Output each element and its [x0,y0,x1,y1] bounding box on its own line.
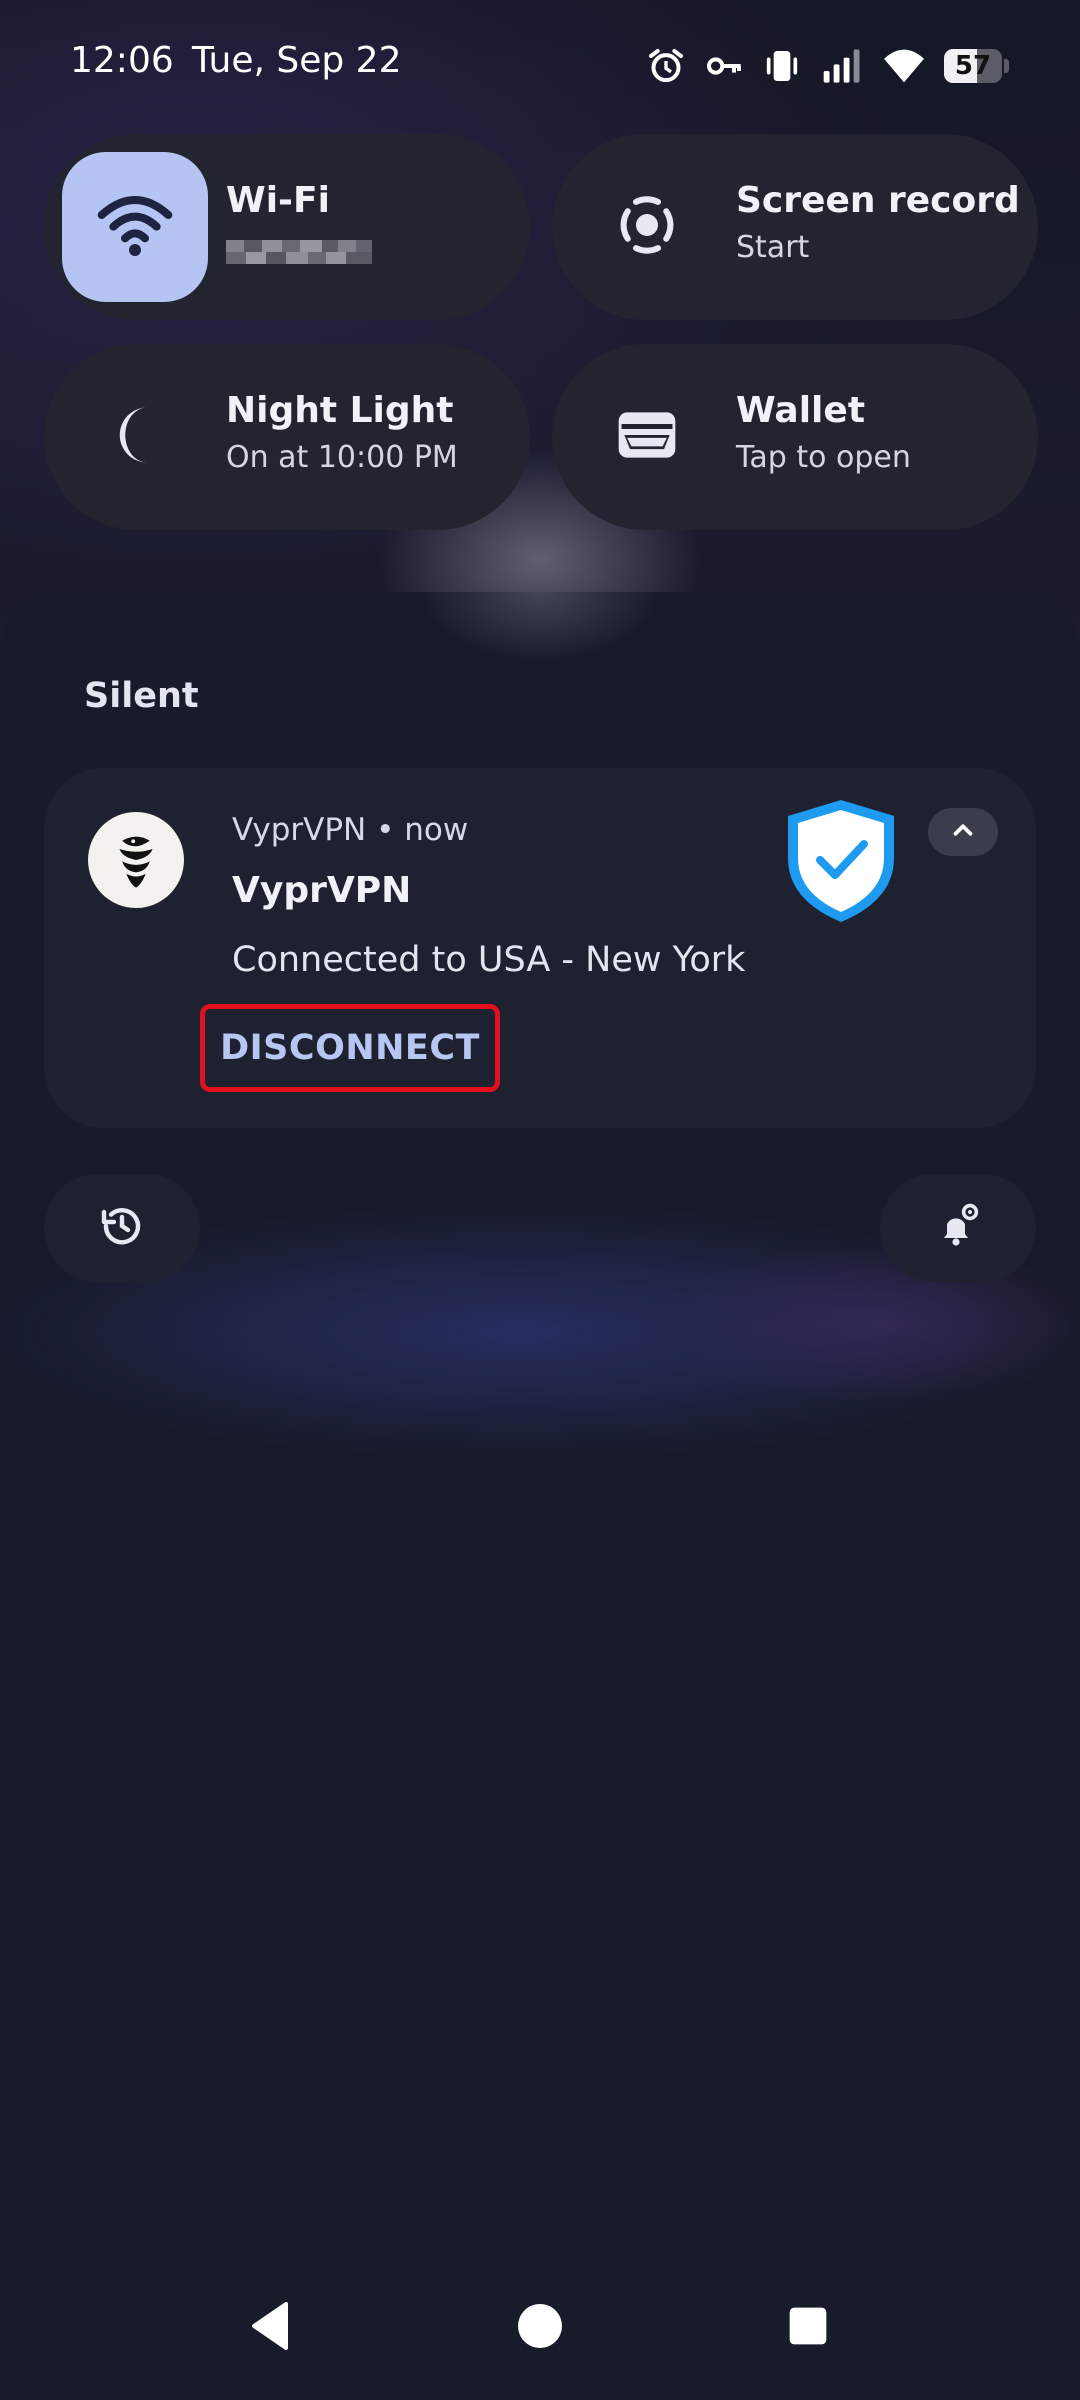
notification-app-line: VyprVPN • now [232,812,469,848]
notification-history-button[interactable] [44,1174,200,1282]
notification-text: Connected to USA - New York [232,940,746,980]
recents-icon [786,2304,830,2352]
tile-wifi[interactable]: Wi-Fi [44,134,530,320]
shield-check-icon [782,796,900,926]
vpn-key-icon [704,46,744,86]
night-light-icon-wrap [64,362,214,512]
section-label-silent: Silent [84,676,199,716]
tile-wallet[interactable]: Wallet Tap to open [552,344,1038,530]
tile-screen-record-subtitle: Start [736,230,810,265]
alarm-icon [646,46,686,86]
vyprvpn-logo-icon [88,812,184,908]
tile-night-light-title: Night Light [226,390,454,431]
back-button[interactable] [230,2280,310,2376]
home-icon [516,2302,564,2354]
navigation-bar [0,2280,1080,2400]
notification-settings-icon [934,1202,982,1254]
tile-night-light[interactable]: Night Light On at 10:00 PM [44,344,530,530]
battery-level: 57 [954,51,992,81]
recents-button[interactable] [768,2280,848,2376]
screen-record-icon-wrap [572,152,722,302]
moon-icon [106,402,172,472]
wifi-icon [95,185,175,269]
notification-collapse-button[interactable] [928,808,998,856]
tile-night-light-subtitle: On at 10:00 PM [226,440,458,475]
notification-settings-button[interactable] [880,1174,1036,1282]
notification-history-icon [98,1202,146,1254]
status-icons: 57 [646,44,1010,88]
tile-wallet-subtitle: Tap to open [736,440,911,475]
home-button[interactable] [500,2280,580,2376]
wifi-icon [882,46,926,86]
wallet-icon-wrap [572,362,722,512]
disconnect-button[interactable]: DISCONNECT [200,1004,500,1092]
tile-screen-record[interactable]: Screen record Start [552,134,1038,320]
tile-screen-record-title: Screen record [736,180,1020,221]
status-date: Tue, Sep 22 [192,40,402,81]
tile-wifi-title: Wi-Fi [226,180,330,221]
status-time: 12:06 [70,40,174,81]
chevron-up-icon [948,815,978,849]
status-bar: 12:06 Tue, Sep 22 57 [0,0,1080,130]
vibrate-icon [762,46,802,86]
notification-title: VyprVPN [232,870,412,911]
wallet-icon [613,401,681,473]
tile-wallet-title: Wallet [736,390,866,431]
battery-icon: 57 [944,49,1010,83]
signal-icon [820,46,864,86]
wifi-network-name-redacted [226,240,372,264]
screen-record-icon [614,192,680,262]
wifi-tile-icon-bg[interactable] [62,152,208,302]
back-icon [246,2300,294,2356]
